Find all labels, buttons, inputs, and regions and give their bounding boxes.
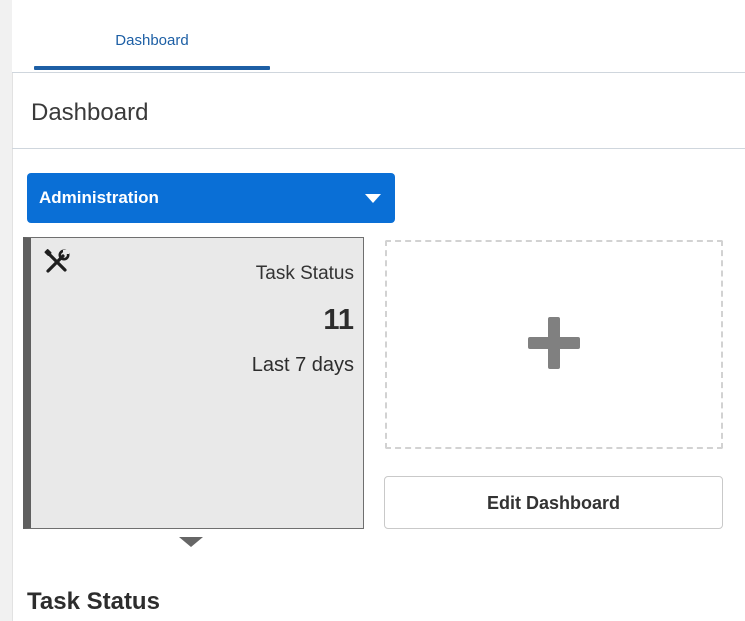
- tile-title: Task Status: [255, 263, 354, 284]
- tools-icon: [44, 249, 70, 273]
- tab-dashboard-label: Dashboard: [115, 32, 189, 49]
- page-title: Dashboard: [31, 99, 149, 126]
- tile-count: 11: [323, 304, 354, 336]
- active-tab-indicator: [34, 66, 270, 70]
- dashboard-page: Dashboard Dashboard Administration Task …: [0, 0, 745, 621]
- tab-dashboard[interactable]: Dashboard: [34, 22, 270, 70]
- tab-strip: Dashboard: [12, 0, 745, 73]
- page-header: Dashboard: [12, 73, 745, 149]
- edit-dashboard-button[interactable]: Edit Dashboard: [384, 476, 723, 529]
- dashboard-select-value: Administration: [39, 188, 159, 207]
- dashboard-select[interactable]: Administration: [27, 173, 395, 223]
- section-heading: Task Status: [27, 588, 160, 615]
- task-status-tile[interactable]: Task Status 11 Last 7 days: [23, 237, 364, 529]
- plus-icon: [528, 317, 580, 369]
- chevron-down-icon: [365, 194, 381, 203]
- expand-tile-caret-icon[interactable]: [179, 537, 203, 547]
- tile-period: Last 7 days: [251, 354, 354, 376]
- add-tile-placeholder[interactable]: [385, 240, 723, 449]
